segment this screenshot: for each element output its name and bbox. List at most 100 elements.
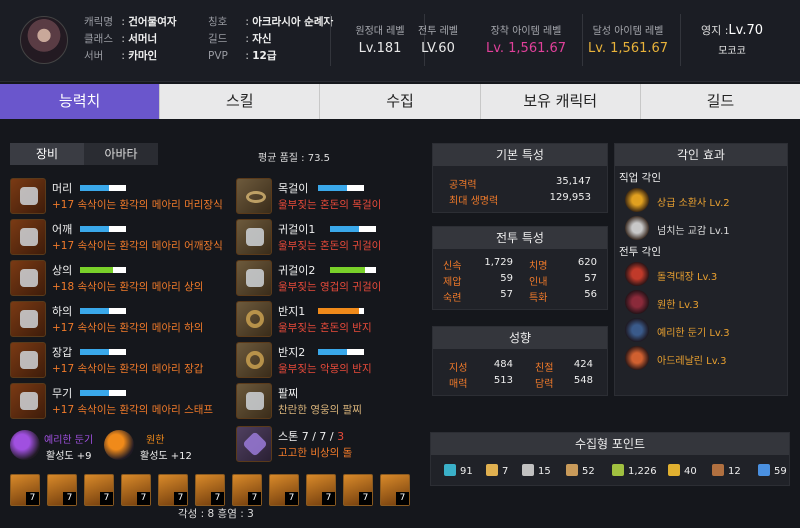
stat-achieved-item-level: 달성 아이템 레벨 Lv. 1,561.67 <box>578 22 678 56</box>
slot-name: 장갑 <box>52 346 73 359</box>
stat-value: 35,147 <box>556 176 591 187</box>
class-engraving[interactable]: 상급 소환사 Lv.2 <box>625 188 775 214</box>
engraving-icon <box>625 346 649 370</box>
profile-field-name: 캐릭명 : 건어물여자 <box>84 16 177 28</box>
earring1-icon <box>236 219 272 255</box>
quality-fill <box>80 390 109 396</box>
collection-item[interactable]: 1,226 <box>612 464 657 477</box>
slot-name: 귀걸이1 <box>278 223 316 236</box>
collection-item[interactable]: 15 <box>522 464 551 477</box>
header-divider <box>330 14 331 66</box>
quality-fill <box>318 349 347 355</box>
gem-activation: 활성도 +9 <box>46 451 92 462</box>
gem-2[interactable]: 원한 활성도 +12 <box>104 428 204 464</box>
card[interactable]: 7 <box>380 474 410 506</box>
class-engraving[interactable]: 넘치는 교감 Lv.1 <box>625 216 775 242</box>
card[interactable]: 7 <box>158 474 188 506</box>
equip-slot-weapon[interactable]: 무기 +17 속삭이는 환각의 메아리 스태프 <box>10 383 213 419</box>
gem-1[interactable]: 예리한 둔기 활성도 +9 <box>10 428 110 464</box>
equip-slot-earring2[interactable]: 귀걸이2 울부짖는 영겁의 귀걸이 <box>236 260 436 296</box>
combat-engraving[interactable]: 돌격대장 Lv.3 <box>625 262 775 288</box>
stat-key: 공격력 <box>449 180 477 191</box>
collection-value: 40 <box>684 466 697 477</box>
card[interactable]: 7 <box>84 474 114 506</box>
collection-item[interactable]: 52 <box>566 464 595 477</box>
engraving-name: 아드레날린 Lv.3 <box>657 356 727 367</box>
stat-value: 620 <box>577 257 597 268</box>
combat-engraving[interactable]: 예리한 둔기 Lv.3 <box>625 318 775 344</box>
tab-guild[interactable]: 길드 <box>641 84 800 119</box>
card-awakening-count: 7 <box>137 492 150 505</box>
card[interactable]: 7 <box>343 474 373 506</box>
item-name: +17 속삭이는 환각의 메아리 머리장식 <box>52 199 223 211</box>
item-name: 울부짖는 영겁의 귀걸이 <box>278 281 382 293</box>
quality-bar <box>330 267 376 273</box>
quality-bar <box>330 226 376 232</box>
main-tabs: 능력치 스킬 수집 보유 캐릭터 길드 <box>0 84 800 119</box>
stat-key: 치명 <box>529 261 548 272</box>
slot-name: 목걸이 <box>278 182 309 195</box>
subtab-avatar[interactable]: 아바타 <box>84 143 158 165</box>
subtab-equipment[interactable]: 장비 <box>10 143 84 165</box>
stat-label: 장착 아이템 레벨 <box>490 26 562 37</box>
card[interactable]: 7 <box>306 474 336 506</box>
card[interactable]: 7 <box>269 474 299 506</box>
profile-field-title: 칭호 : 아크라시아 순례자 <box>208 16 334 28</box>
item-name: 울부짖는 혼돈의 목걸이 <box>278 199 382 211</box>
stat-label: 달성 아이템 레벨 <box>592 26 664 37</box>
equip-slot-ring2[interactable]: 반지2 울부짖는 악몽의 반지 <box>236 342 436 378</box>
equip-slot-necklace[interactable]: 목걸이울부짖는 혼돈의 목걸이 <box>236 178 436 214</box>
equip-slot-ring1[interactable]: 반지1 울부짖는 혼돈의 반지 <box>236 301 436 337</box>
slot-name: 팔찌 <box>278 387 299 400</box>
stat-value: 548 <box>573 375 593 386</box>
card[interactable]: 7 <box>232 474 262 506</box>
equip-slot-bottom[interactable]: 하의 +17 속삭이는 환각의 메아리 하의 <box>10 301 210 337</box>
collection-value: 91 <box>460 466 473 477</box>
panel-title: 수집형 포인트 <box>431 433 789 455</box>
collection-item[interactable]: 12 <box>712 464 741 477</box>
territory-level: Lv.70 <box>728 23 764 38</box>
quality-fill <box>80 226 109 232</box>
tab-owned-characters[interactable]: 보유 캐릭터 <box>481 84 641 119</box>
tab-stats[interactable]: 능력치 <box>0 84 161 119</box>
territory-level-line: 영지 :Lv.70 <box>690 22 774 38</box>
item-shape <box>246 269 264 287</box>
equip-slot-shoulder[interactable]: 어깨 +17 속삭이는 환각의 메아리 어깨장식 <box>10 219 223 255</box>
collection-item[interactable]: 40 <box>668 464 697 477</box>
mokoko-seed-icon <box>522 464 534 476</box>
equip-slot-bracelet[interactable]: 팔찌 찬란한 영웅의 팔찌 <box>236 383 436 419</box>
item-name: 울부짖는 악몽의 반지 <box>278 363 372 375</box>
card[interactable]: 7 <box>121 474 151 506</box>
equip-slot-stone[interactable]: 스톤 7 / 7 / 3 고고한 비상의 돌 <box>236 426 416 462</box>
slot-name: 반지1 <box>278 305 306 318</box>
quality-fill <box>80 185 109 191</box>
item-name: +17 속삭이는 환각의 메아리 하의 <box>52 322 204 334</box>
slot-name: 반지2 <box>278 346 306 359</box>
item-shape <box>20 392 38 410</box>
card[interactable]: 7 <box>195 474 225 506</box>
card[interactable]: 7 <box>10 474 40 506</box>
equip-slot-top[interactable]: 상의 +18 속삭이는 환각의 메아리 상의 <box>10 260 210 296</box>
engraving-name: 예리한 둔기 Lv.3 <box>657 328 730 339</box>
engravings-panel: 각인 효과 직업 각인 상급 소환사 Lv.2 넘치는 교감 Lv.1 돌격대장 L… <box>614 143 788 396</box>
equip-slot-earring1[interactable]: 귀걸이1 울부짖는 혼돈의 귀걸이 <box>236 219 436 255</box>
equip-slot-gloves[interactable]: 장갑 +17 속삭이는 환각의 메아리 장갑 <box>10 342 210 378</box>
tab-collection[interactable]: 수집 <box>320 84 481 119</box>
collection-item[interactable]: 59 <box>758 464 787 477</box>
card[interactable]: 7 <box>47 474 77 506</box>
item-name: +17 속삭이는 환각의 메아리 어깨장식 <box>52 240 223 252</box>
combat-engraving[interactable]: 원한 Lv.3 <box>625 290 775 316</box>
equipment-subtabs: 장비 아바타 <box>10 143 158 165</box>
collection-item[interactable]: 91 <box>444 464 473 477</box>
tab-skills[interactable]: 스킬 <box>160 84 321 119</box>
quality-fill <box>80 349 109 355</box>
combat-engraving[interactable]: 아드레날린 Lv.3 <box>625 346 775 372</box>
quality-fill <box>80 267 114 273</box>
engraving-name: 넘치는 교감 Lv.1 <box>657 226 730 237</box>
profile-info-left: 캐릭명 : 건어물여자 클래스 : 서머너 서버 : 카마인 <box>84 14 177 65</box>
collection-value: 7 <box>502 466 509 477</box>
quality-bar <box>318 308 364 314</box>
equip-slot-head[interactable]: 머리 +17 속삭이는 환각의 메아리 머리장식 <box>10 178 223 214</box>
item-name: +17 속삭이는 환각의 메아리 장갑 <box>52 363 204 375</box>
collection-item[interactable]: 7 <box>486 464 508 477</box>
